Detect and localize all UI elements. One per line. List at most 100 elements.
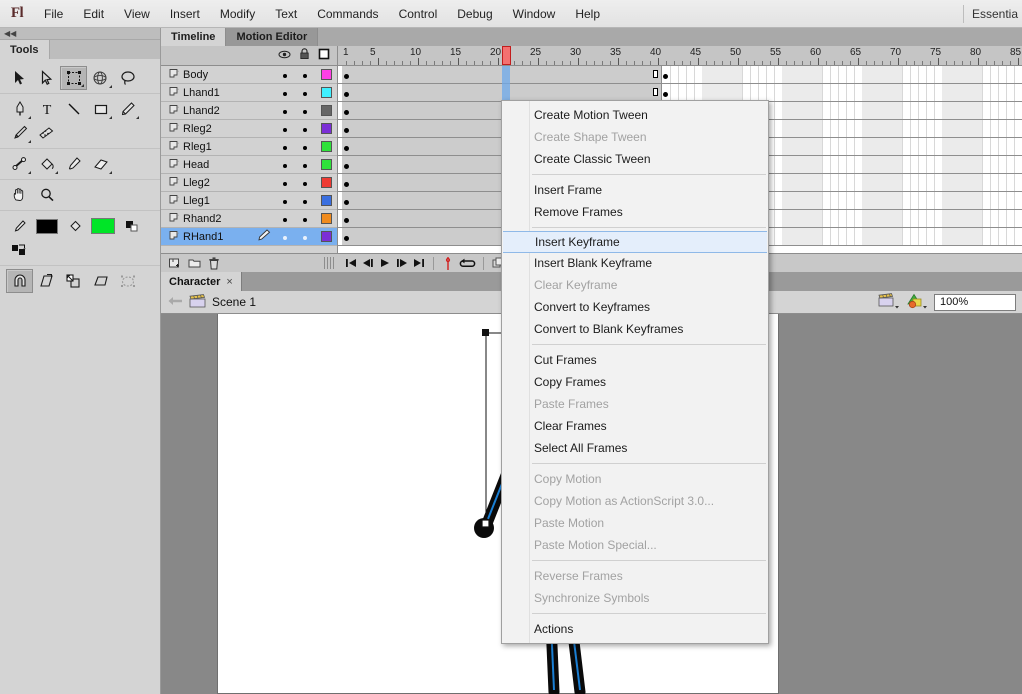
- document-tab-character[interactable]: Character ×: [161, 272, 242, 291]
- deco-tool[interactable]: [33, 121, 60, 145]
- layer-lock-toggle[interactable]: [295, 213, 315, 225]
- empty-frame-cell[interactable]: [894, 210, 902, 227]
- play-icon[interactable]: [378, 256, 392, 270]
- empty-frame-cell[interactable]: [974, 156, 982, 173]
- empty-frame-cell[interactable]: [942, 228, 950, 245]
- zoom-tool[interactable]: [33, 183, 60, 207]
- context-menu-item-insert-blank-keyframe[interactable]: Insert Blank Keyframe: [502, 252, 768, 274]
- hand-tool[interactable]: [6, 183, 33, 207]
- empty-frame-cell[interactable]: [790, 156, 798, 173]
- empty-frame-cell[interactable]: [870, 138, 878, 155]
- empty-frame-cell[interactable]: [814, 138, 822, 155]
- snap-to-objects-toggle[interactable]: [6, 269, 33, 293]
- menu-file[interactable]: File: [34, 3, 73, 25]
- keyframe-marker[interactable]: [344, 200, 349, 205]
- layer-outline-color[interactable]: [315, 213, 337, 224]
- bone-tool[interactable]: [6, 152, 33, 176]
- keyframe-marker[interactable]: [344, 164, 349, 169]
- layer-visibility-toggle[interactable]: [275, 231, 295, 243]
- empty-frame-cell[interactable]: [798, 84, 806, 101]
- onion-skin-icon[interactable]: [441, 256, 455, 270]
- empty-frame-cell[interactable]: [894, 66, 902, 83]
- layer-lock-toggle[interactable]: [295, 195, 315, 207]
- loop-playback-icon[interactable]: [458, 256, 476, 270]
- empty-frame-cell[interactable]: [966, 228, 974, 245]
- keyframe-marker[interactable]: [663, 92, 668, 97]
- empty-frame-cell[interactable]: [870, 192, 878, 209]
- empty-frame-cell[interactable]: [734, 84, 742, 101]
- layer-lock-toggle[interactable]: [295, 87, 315, 99]
- empty-frame-cell[interactable]: [950, 120, 958, 137]
- outline-icon[interactable]: [314, 48, 334, 63]
- black-and-white-button[interactable]: [118, 214, 145, 238]
- empty-frame-cell[interactable]: [886, 66, 894, 83]
- context-menu-item-convert-to-blank-keyframes[interactable]: Convert to Blank Keyframes: [502, 318, 768, 340]
- empty-frame-cell[interactable]: [798, 102, 806, 119]
- pen-tool[interactable]: [6, 97, 33, 121]
- context-menu-item-actions[interactable]: Actions: [502, 618, 768, 640]
- empty-frame-cell[interactable]: [718, 66, 726, 83]
- empty-frame-cell[interactable]: [974, 228, 982, 245]
- empty-frame-cell[interactable]: [814, 156, 822, 173]
- empty-frame-cell[interactable]: [974, 138, 982, 155]
- empty-frame-cell[interactable]: [878, 102, 886, 119]
- menu-help[interactable]: Help: [565, 3, 610, 25]
- layer-visibility-toggle[interactable]: [275, 213, 295, 225]
- menu-modify[interactable]: Modify: [210, 3, 265, 25]
- empty-frame-cell[interactable]: [806, 66, 814, 83]
- empty-frame-cell[interactable]: [782, 84, 790, 101]
- empty-frame-cell[interactable]: [862, 84, 870, 101]
- empty-frame-cell[interactable]: [782, 138, 790, 155]
- context-menu-item-create-motion-tween[interactable]: Create Motion Tween: [502, 104, 768, 126]
- line-tool[interactable]: [60, 97, 87, 121]
- empty-frame-cell[interactable]: [950, 102, 958, 119]
- empty-frame-cell[interactable]: [950, 66, 958, 83]
- scene-name[interactable]: Scene 1: [212, 295, 256, 309]
- empty-frame-cell[interactable]: [870, 102, 878, 119]
- menu-control[interactable]: Control: [389, 3, 448, 25]
- empty-frame-cell[interactable]: [814, 84, 822, 101]
- frame-context-menu[interactable]: Create Motion Tween Create Shape Tween Cre…: [501, 100, 769, 644]
- empty-frame-cell[interactable]: [806, 156, 814, 173]
- empty-frame-cell[interactable]: [734, 66, 742, 83]
- layer-lock-toggle[interactable]: [295, 105, 315, 117]
- empty-frame-cell[interactable]: [710, 66, 718, 83]
- empty-frame-cell[interactable]: [798, 138, 806, 155]
- empty-frame-cell[interactable]: [950, 156, 958, 173]
- empty-frame-cell[interactable]: [950, 138, 958, 155]
- layer-row[interactable]: Head: [161, 156, 337, 174]
- empty-frame-cell[interactable]: [782, 174, 790, 191]
- empty-frame-cell[interactable]: [862, 138, 870, 155]
- empty-frame-cell[interactable]: [862, 120, 870, 137]
- layer-visibility-toggle[interactable]: [275, 87, 295, 99]
- empty-frame-cell[interactable]: [862, 174, 870, 191]
- panel-resize-grip[interactable]: [324, 257, 334, 269]
- empty-frame-cell[interactable]: [958, 66, 966, 83]
- empty-frame-cell[interactable]: [942, 174, 950, 191]
- empty-frame-cell[interactable]: [790, 120, 798, 137]
- empty-frame-cell[interactable]: [862, 66, 870, 83]
- frame-row[interactable]: [338, 66, 1022, 84]
- empty-frame-cell[interactable]: [798, 192, 806, 209]
- layer-outline-color[interactable]: [315, 231, 337, 242]
- empty-frame-cell[interactable]: [894, 192, 902, 209]
- empty-frame-cell[interactable]: [894, 156, 902, 173]
- empty-frame-cell[interactable]: [958, 210, 966, 227]
- empty-frame-cell[interactable]: [806, 210, 814, 227]
- empty-frame-cell[interactable]: [790, 210, 798, 227]
- new-layer-icon[interactable]: [167, 256, 181, 270]
- empty-frame-cell[interactable]: [702, 84, 710, 101]
- empty-frame-cell[interactable]: [894, 84, 902, 101]
- layer-outline-color[interactable]: [315, 141, 337, 152]
- layer-visibility-toggle[interactable]: [275, 105, 295, 117]
- empty-frame-cell[interactable]: [814, 120, 822, 137]
- empty-frame-cell[interactable]: [870, 228, 878, 245]
- layer-visibility-toggle[interactable]: [275, 141, 295, 153]
- keyframe-marker[interactable]: [344, 146, 349, 151]
- layer-lock-toggle[interactable]: [295, 159, 315, 171]
- playhead-marker[interactable]: [502, 46, 511, 65]
- empty-frame-cell[interactable]: [814, 210, 822, 227]
- keyframe-marker[interactable]: [344, 110, 349, 115]
- empty-frame-cell[interactable]: [862, 210, 870, 227]
- lasso-tool[interactable]: [114, 66, 141, 90]
